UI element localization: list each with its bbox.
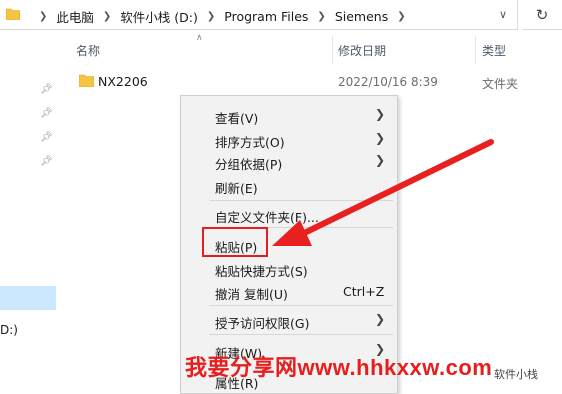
annotation-arrow	[272, 139, 494, 246]
watermark-text: 我要分享网www.hhkxxw.com	[185, 355, 493, 380]
watermark-small: 软件小栈	[494, 368, 538, 381]
